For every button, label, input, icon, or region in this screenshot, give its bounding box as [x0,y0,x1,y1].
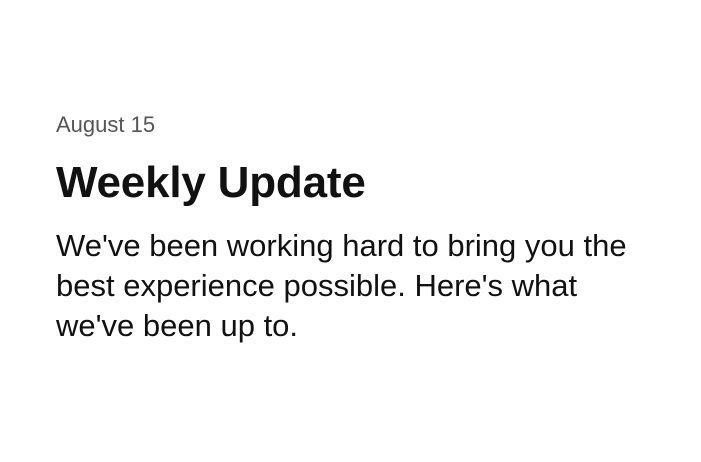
post-title: Weekly Update [56,158,366,207]
update-card: August 15 Weekly Update We've been worki… [0,0,701,462]
post-body: We've been working hard to bring you the… [56,228,627,343]
post-date: August 15 [56,112,156,137]
